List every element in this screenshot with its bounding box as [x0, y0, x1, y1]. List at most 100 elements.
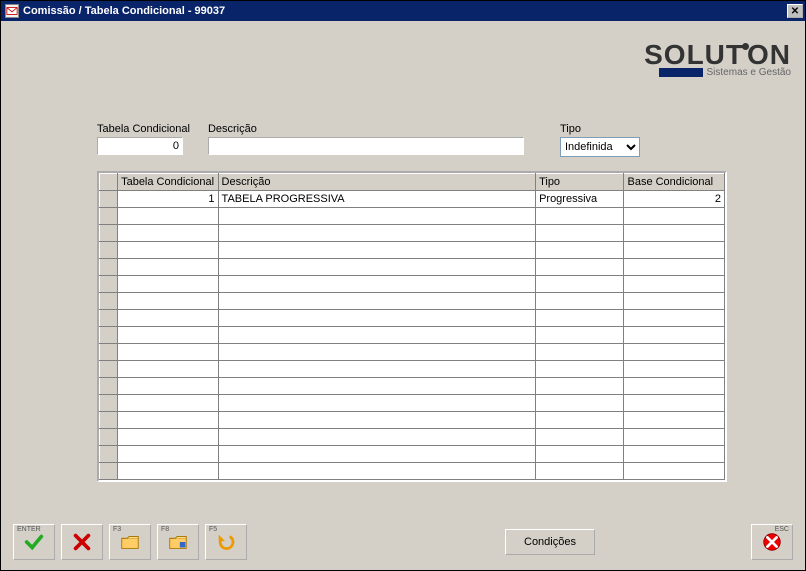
table-row[interactable]: [100, 446, 725, 463]
table-row[interactable]: [100, 208, 725, 225]
cell-base-condicional[interactable]: [624, 327, 725, 344]
f8-button[interactable]: F8: [157, 524, 199, 560]
cell-tabela-condicional[interactable]: [118, 412, 218, 429]
descricao-input[interactable]: [208, 137, 524, 155]
cell-tipo[interactable]: [536, 208, 624, 225]
cell-tipo[interactable]: Progressiva: [536, 191, 624, 208]
row-selector[interactable]: [100, 276, 118, 293]
cell-tabela-condicional[interactable]: [118, 276, 218, 293]
table-row[interactable]: [100, 395, 725, 412]
cell-base-condicional[interactable]: [624, 208, 725, 225]
row-selector[interactable]: [100, 225, 118, 242]
col-header-base-condicional[interactable]: Base Condicional: [624, 174, 725, 191]
cell-descricao[interactable]: [218, 378, 536, 395]
cell-tipo[interactable]: [536, 276, 624, 293]
row-selector[interactable]: [100, 446, 118, 463]
cell-tabela-condicional[interactable]: [118, 361, 218, 378]
cell-base-condicional[interactable]: [624, 276, 725, 293]
cell-base-condicional[interactable]: [624, 378, 725, 395]
table-row[interactable]: [100, 242, 725, 259]
cell-tabela-condicional[interactable]: [118, 310, 218, 327]
cell-descricao[interactable]: [218, 395, 536, 412]
close-button[interactable]: ✕: [787, 4, 803, 18]
cell-descricao[interactable]: [218, 259, 536, 276]
cell-tipo[interactable]: [536, 310, 624, 327]
table-row[interactable]: [100, 293, 725, 310]
cell-descricao[interactable]: [218, 293, 536, 310]
table-row[interactable]: [100, 463, 725, 480]
row-selector[interactable]: [100, 293, 118, 310]
cell-tipo[interactable]: [536, 327, 624, 344]
cell-tabela-condicional[interactable]: [118, 327, 218, 344]
cell-base-condicional[interactable]: 2: [624, 191, 725, 208]
cell-descricao[interactable]: [218, 463, 536, 480]
cell-descricao[interactable]: [218, 310, 536, 327]
table-row[interactable]: [100, 361, 725, 378]
cell-tabela-condicional[interactable]: [118, 395, 218, 412]
tipo-select[interactable]: Indefinida: [560, 137, 640, 157]
cell-tabela-condicional[interactable]: 1: [118, 191, 218, 208]
table-row[interactable]: [100, 344, 725, 361]
cell-tabela-condicional[interactable]: [118, 293, 218, 310]
cell-tabela-condicional[interactable]: [118, 446, 218, 463]
exit-button[interactable]: ESC: [751, 524, 793, 560]
cell-tipo[interactable]: [536, 378, 624, 395]
row-selector[interactable]: [100, 208, 118, 225]
cell-descricao[interactable]: TABELA PROGRESSIVA: [218, 191, 536, 208]
row-selector[interactable]: [100, 191, 118, 208]
table-row[interactable]: [100, 327, 725, 344]
cell-tabela-condicional[interactable]: [118, 429, 218, 446]
cell-descricao[interactable]: [218, 276, 536, 293]
cell-descricao[interactable]: [218, 429, 536, 446]
table-row[interactable]: [100, 259, 725, 276]
row-selector[interactable]: [100, 378, 118, 395]
row-selector[interactable]: [100, 310, 118, 327]
table-row[interactable]: [100, 225, 725, 242]
cell-base-condicional[interactable]: [624, 225, 725, 242]
condicoes-button[interactable]: Condições: [505, 529, 595, 555]
col-header-descricao[interactable]: Descrição: [218, 174, 536, 191]
cell-tipo[interactable]: [536, 225, 624, 242]
cell-tipo[interactable]: [536, 395, 624, 412]
row-selector[interactable]: [100, 463, 118, 480]
row-selector[interactable]: [100, 259, 118, 276]
cell-tabela-condicional[interactable]: [118, 242, 218, 259]
cell-tabela-condicional[interactable]: [118, 378, 218, 395]
cell-tipo[interactable]: [536, 361, 624, 378]
cell-tipo[interactable]: [536, 293, 624, 310]
cell-tipo[interactable]: [536, 344, 624, 361]
cell-tabela-condicional[interactable]: [118, 463, 218, 480]
data-grid[interactable]: Tabela Condicional Descrição Tipo Base C…: [97, 171, 727, 482]
cell-tabela-condicional[interactable]: [118, 259, 218, 276]
cell-tipo[interactable]: [536, 242, 624, 259]
col-header-tipo[interactable]: Tipo: [536, 174, 624, 191]
cell-base-condicional[interactable]: [624, 446, 725, 463]
cell-base-condicional[interactable]: [624, 259, 725, 276]
col-header-tabela-condicional[interactable]: Tabela Condicional: [118, 174, 218, 191]
row-selector[interactable]: [100, 395, 118, 412]
cell-descricao[interactable]: [218, 446, 536, 463]
table-row[interactable]: [100, 429, 725, 446]
cell-descricao[interactable]: [218, 412, 536, 429]
cell-base-condicional[interactable]: [624, 293, 725, 310]
tabela-condicional-input[interactable]: [97, 137, 183, 155]
cell-descricao[interactable]: [218, 242, 536, 259]
cell-base-condicional[interactable]: [624, 412, 725, 429]
table-row[interactable]: [100, 276, 725, 293]
cell-tabela-condicional[interactable]: [118, 225, 218, 242]
cancel-button[interactable]: [61, 524, 103, 560]
f3-button[interactable]: F3: [109, 524, 151, 560]
cell-tipo[interactable]: [536, 259, 624, 276]
cell-descricao[interactable]: [218, 225, 536, 242]
cell-base-condicional[interactable]: [624, 429, 725, 446]
f5-button[interactable]: F5: [205, 524, 247, 560]
cell-tipo[interactable]: [536, 446, 624, 463]
cell-base-condicional[interactable]: [624, 361, 725, 378]
table-row[interactable]: [100, 378, 725, 395]
cell-base-condicional[interactable]: [624, 344, 725, 361]
row-selector[interactable]: [100, 361, 118, 378]
cell-descricao[interactable]: [218, 327, 536, 344]
row-selector[interactable]: [100, 327, 118, 344]
cell-tabela-condicional[interactable]: [118, 208, 218, 225]
row-selector[interactable]: [100, 429, 118, 446]
